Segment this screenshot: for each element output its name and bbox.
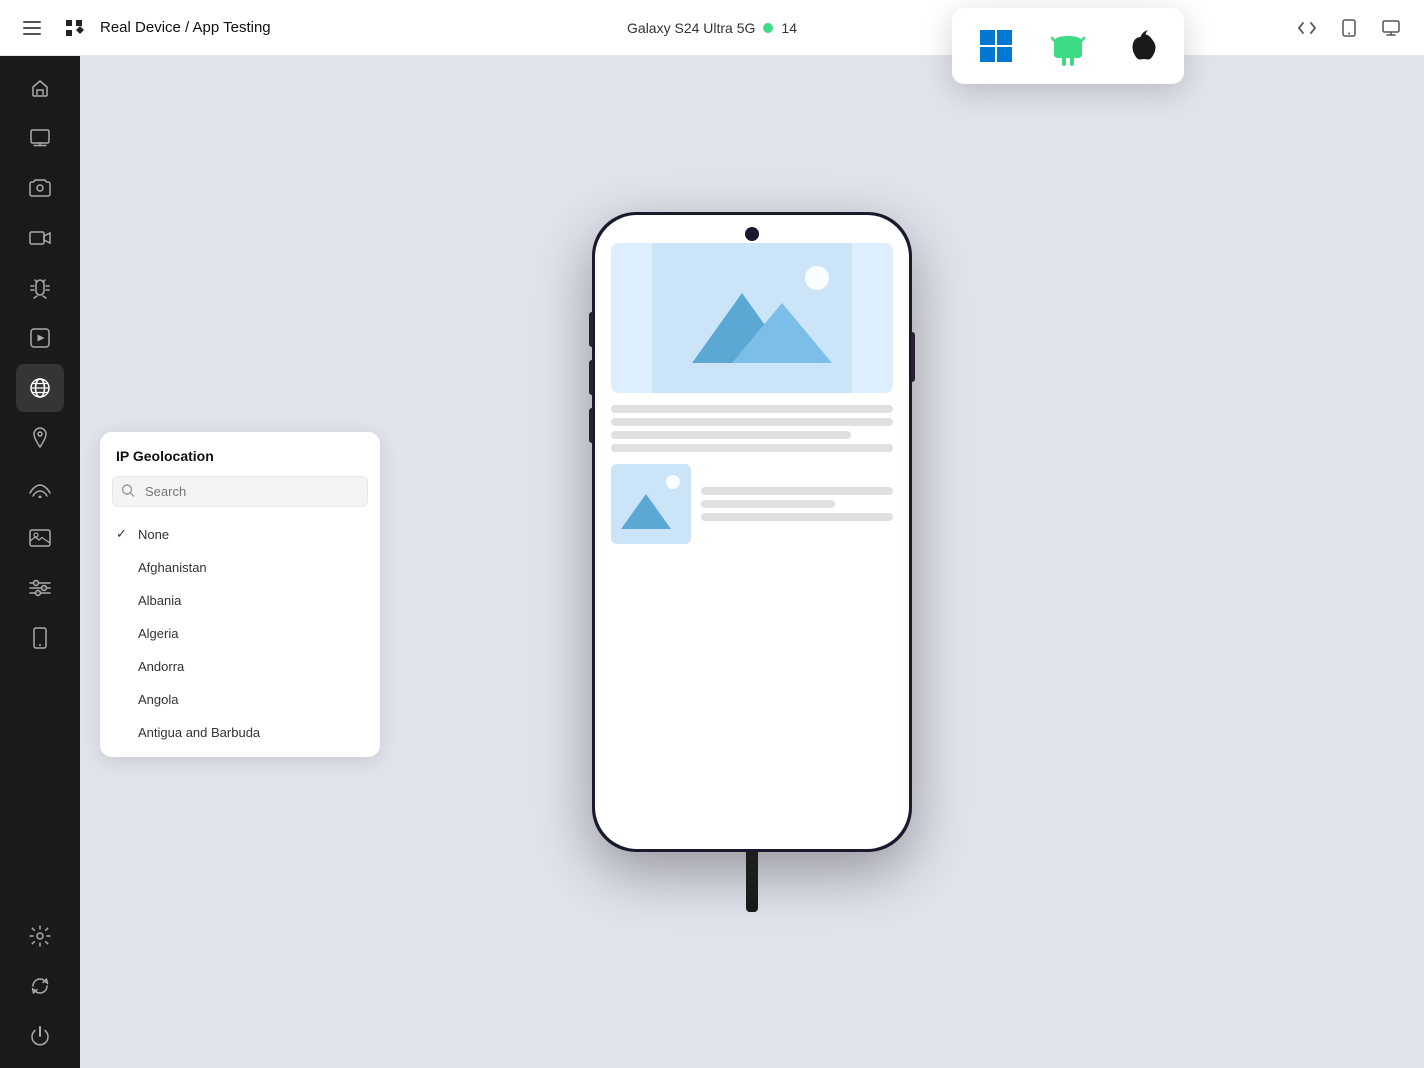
sidebar-item-globe[interactable] — [16, 364, 64, 412]
country-name: Afghanistan — [138, 560, 207, 575]
phone-content-row — [611, 464, 893, 544]
country-name: Andorra — [138, 659, 184, 674]
country-name: Albania — [138, 593, 181, 608]
sidebar-item-device[interactable] — [16, 614, 64, 662]
sidebar-item-screen[interactable] — [16, 114, 64, 162]
sidebar-item-power[interactable] — [16, 1012, 64, 1060]
topbar-actions — [1290, 11, 1408, 45]
phone-volume-up-button — [589, 312, 593, 347]
content-area: IP Geolocation ✓ None Afghanistan — [80, 56, 1424, 1068]
list-item[interactable]: ✓ None — [100, 517, 380, 551]
sidebar-item-sliders[interactable] — [16, 564, 64, 612]
list-item[interactable]: Angola — [100, 683, 380, 716]
geo-panel: IP Geolocation ✓ None Afghanistan — [100, 432, 380, 757]
sidebar-item-video[interactable] — [16, 214, 64, 262]
country-name: None — [138, 527, 169, 542]
phone-volume-down-button — [589, 360, 593, 395]
android-platform-button[interactable] — [1044, 22, 1092, 70]
text-line — [701, 500, 835, 508]
phone-mockup — [592, 212, 912, 912]
app-logo — [58, 12, 90, 44]
list-item[interactable]: Albania — [100, 584, 380, 617]
country-name: Antigua and Barbuda — [138, 725, 260, 740]
hamburger-button[interactable] — [16, 12, 48, 44]
search-input[interactable] — [112, 476, 368, 507]
list-item[interactable]: Afghanistan — [100, 551, 380, 584]
topbar: Real Device / App Testing Galaxy S24 Ult… — [0, 0, 1424, 56]
phone-content — [595, 215, 909, 849]
sidebar-item-settings[interactable] — [16, 912, 64, 960]
code-button[interactable] — [1290, 11, 1324, 45]
phone-camera — [745, 227, 759, 241]
phone-button[interactable] — [1332, 11, 1366, 45]
sidebar-item-home[interactable] — [16, 64, 64, 112]
screen-button[interactable] — [1374, 11, 1408, 45]
country-name: Algeria — [138, 626, 178, 641]
text-line — [701, 513, 893, 521]
text-line — [701, 487, 893, 495]
text-line — [611, 418, 893, 426]
phone-screen — [595, 215, 909, 849]
android-version: 14 — [781, 20, 797, 36]
sidebar-item-bug[interactable] — [16, 264, 64, 312]
phone-silent-button — [589, 408, 593, 443]
list-item[interactable]: Antigua and Barbuda — [100, 716, 380, 749]
sidebar-item-location[interactable] — [16, 414, 64, 462]
country-list: ✓ None Afghanistan Albania Algeria — [100, 517, 380, 749]
sidebar-item-camera[interactable] — [16, 164, 64, 212]
list-item[interactable]: Algeria — [100, 617, 380, 650]
device-name: Galaxy S24 Ultra 5G — [627, 20, 755, 36]
sidebar-item-image[interactable] — [16, 514, 64, 562]
phone-text-small — [701, 464, 893, 544]
search-icon — [121, 483, 135, 500]
check-icon: ✓ — [116, 526, 130, 542]
platform-picker — [952, 8, 1184, 84]
sidebar-item-signal[interactable] — [16, 464, 64, 512]
device-info: Galaxy S24 Ultra 5G 14 — [627, 20, 797, 36]
text-line — [611, 431, 851, 439]
main-layout: IP Geolocation ✓ None Afghanistan — [0, 56, 1424, 1068]
page-title: Real Device / App Testing — [100, 19, 271, 36]
phone-image-large — [611, 243, 893, 393]
phone-text-lines — [611, 405, 893, 452]
geo-search-container — [112, 476, 368, 507]
text-line — [611, 405, 893, 413]
sidebar-item-play[interactable] — [16, 314, 64, 362]
list-item[interactable]: Andorra — [100, 650, 380, 683]
phone-cable — [746, 852, 758, 912]
android-indicator — [763, 23, 773, 33]
apple-platform-button[interactable] — [1116, 22, 1164, 70]
sidebar — [0, 56, 80, 1068]
phone-power-button — [911, 332, 915, 382]
windows-platform-button[interactable] — [972, 22, 1020, 70]
country-name: Angola — [138, 692, 178, 707]
phone-image-small — [611, 464, 691, 544]
geo-panel-title: IP Geolocation — [100, 448, 380, 476]
text-line — [611, 444, 893, 452]
sidebar-item-refresh[interactable] — [16, 962, 64, 1010]
phone-body — [592, 212, 912, 852]
